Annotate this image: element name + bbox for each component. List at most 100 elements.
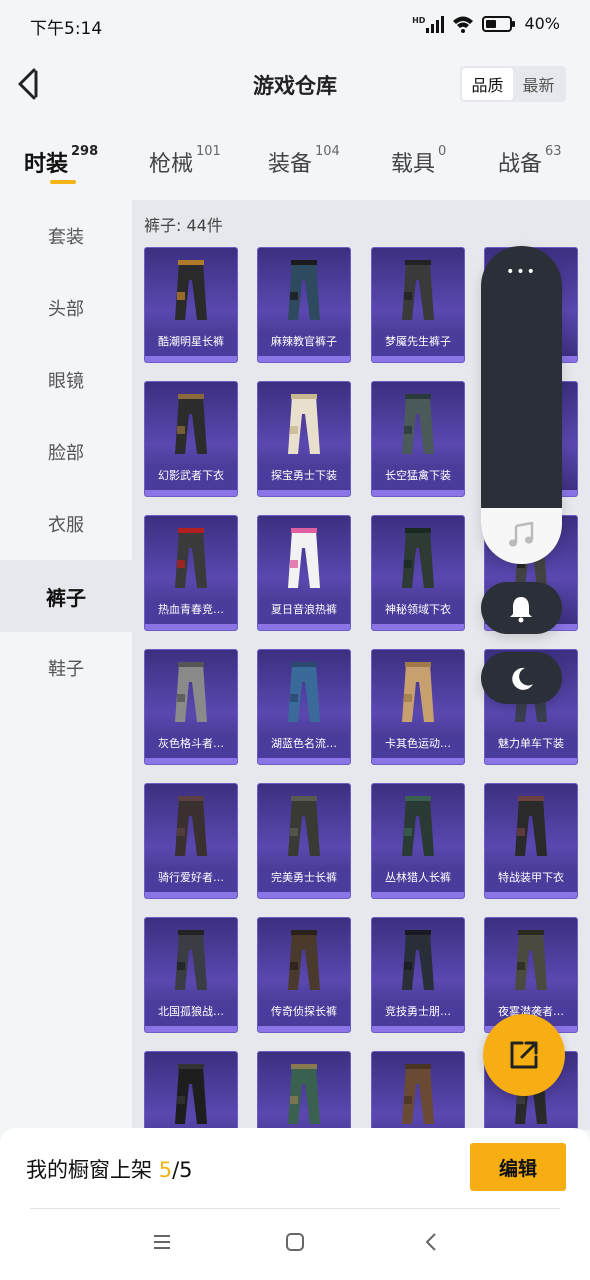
status-bar: 下午5:14 HD 40% [0,0,590,52]
menu-icon[interactable] [152,1232,172,1252]
item-card[interactable]: 灰色格斗者… [144,649,238,765]
pants-image [402,260,434,320]
system-nav-bar [0,1210,590,1280]
item-card[interactable]: 完美勇士长裤 [257,783,351,899]
tab-battle-prep[interactable]: 战备63 [498,144,562,178]
side-item-shoes[interactable]: 鞋子 [0,632,132,704]
side-item-pants[interactable]: 裤子 [0,560,132,632]
pants-image [515,930,547,990]
item-name: 幻影武者下衣 [145,462,237,490]
side-item-clothes[interactable]: 衣服 [0,488,132,560]
item-card[interactable]: 探宝勇士下装 [257,381,351,497]
item-name: 夏日音浪热裤 [258,596,350,624]
side-item-glasses[interactable]: 眼镜 [0,344,132,416]
tab-count: 63 [545,144,562,159]
showcase-total: /5 [172,1158,193,1182]
item-card[interactable]: 湖蓝色名流… [257,649,351,765]
signal-icon: HD [412,15,445,33]
sort-quality-button[interactable]: 品质 [462,68,513,100]
moon-icon [512,667,533,690]
pants-image [288,528,320,588]
sort-latest-button[interactable]: 最新 [513,68,564,100]
pants-image [288,260,320,320]
side-item-head[interactable]: 头部 [0,272,132,344]
notification-pill[interactable] [481,582,562,634]
pants-image [175,1064,207,1124]
rarity-bar [258,624,350,630]
rarity-bar [485,758,577,764]
item-card[interactable]: 传奇侦探长裤 [257,917,351,1033]
rarity-bar [258,490,350,496]
battery-icon [482,15,516,32]
item-card[interactable]: 热血青春竞… [144,515,238,631]
side-item-face[interactable]: 脸部 [0,416,132,488]
item-count: 裤子: 44件 [144,216,223,235]
app-header: 游戏仓库 品质 最新 [0,52,590,116]
item-card[interactable]: 长空猛禽下装 [371,381,465,497]
item-card[interactable]: 骑行爱好者… [144,783,238,899]
tab-equipment[interactable]: 装备104 [268,144,340,178]
rarity-bar [372,892,464,898]
rarity-bar [145,356,237,362]
item-name: 麻辣教官裤子 [258,328,350,356]
item-card[interactable]: 丛林猎人长裤 [371,783,465,899]
battery-percent: 40% [524,14,560,33]
rarity-bar [145,624,237,630]
pants-image [175,528,207,588]
item-card[interactable]: 特战装甲下衣 [484,783,578,899]
tab-label: 载具 [391,152,436,177]
side-menu: 套装 头部 眼镜 脸部 衣服 裤子 鞋子 [0,200,132,1130]
music-note-icon[interactable] [507,522,535,548]
rarity-bar [372,356,464,362]
pants-image [402,394,434,454]
pants-image [175,930,207,990]
side-item-set[interactable]: 套装 [0,200,132,272]
item-card[interactable] [144,1051,238,1130]
item-card[interactable]: 北国孤狼战… [144,917,238,1033]
showcase-current: 5 [158,1158,173,1182]
rarity-bar [258,892,350,898]
item-card[interactable]: 卡其色运动… [371,649,465,765]
item-name: 特战装甲下衣 [485,864,577,892]
more-dots-icon[interactable]: ••• [481,264,562,280]
item-card[interactable]: 酷潮明星长裤 [144,247,238,363]
network-type: HD [412,15,426,25]
category-tabs: 时装298 枪械101 装备104 载具0 战备63 [0,132,590,196]
share-fab[interactable] [483,1014,565,1096]
item-card[interactable]: 麻辣教官裤子 [257,247,351,363]
item-name: 探宝勇士下装 [258,462,350,490]
wifi-icon [453,16,474,33]
item-name: 丛林猎人长裤 [372,864,464,892]
pants-image [288,394,320,454]
tab-count: 0 [438,144,447,159]
tab-guns[interactable]: 枪械101 [149,144,221,178]
item-card[interactable]: 竞技勇士朋… [371,917,465,1033]
item-card[interactable] [371,1051,465,1130]
item-card[interactable] [257,1051,351,1130]
pants-image [175,394,207,454]
tab-vehicles[interactable]: 载具0 [391,144,447,178]
item-name: 酷潮明星长裤 [145,328,237,356]
bell-icon [510,597,532,623]
item-name: 卡其色运动… [372,730,464,758]
rarity-bar [145,490,237,496]
rarity-bar [258,356,350,362]
dark-mode-pill[interactable] [481,652,562,704]
edit-button[interactable]: 编辑 [470,1143,566,1191]
back-icon[interactable] [422,1232,442,1252]
tab-count: 104 [315,144,340,159]
floating-panel: ••• [481,246,562,564]
item-card[interactable]: 神秘领域下衣 [371,515,465,631]
home-icon[interactable] [285,1232,305,1252]
tab-fashion[interactable]: 时装298 [24,144,98,178]
item-card[interactable]: 梦魇先生裤子 [371,247,465,363]
item-name: 热血青春竞… [145,596,237,624]
pants-image [515,796,547,856]
pants-image [175,796,207,856]
tab-indicator [50,180,76,184]
item-card[interactable]: 幻影武者下衣 [144,381,238,497]
showcase-status: 我的橱窗上架 5/5 [26,1154,193,1184]
item-name: 传奇侦探长裤 [258,998,350,1026]
item-card[interactable]: 夏日音浪热裤 [257,515,351,631]
rarity-bar [145,758,237,764]
